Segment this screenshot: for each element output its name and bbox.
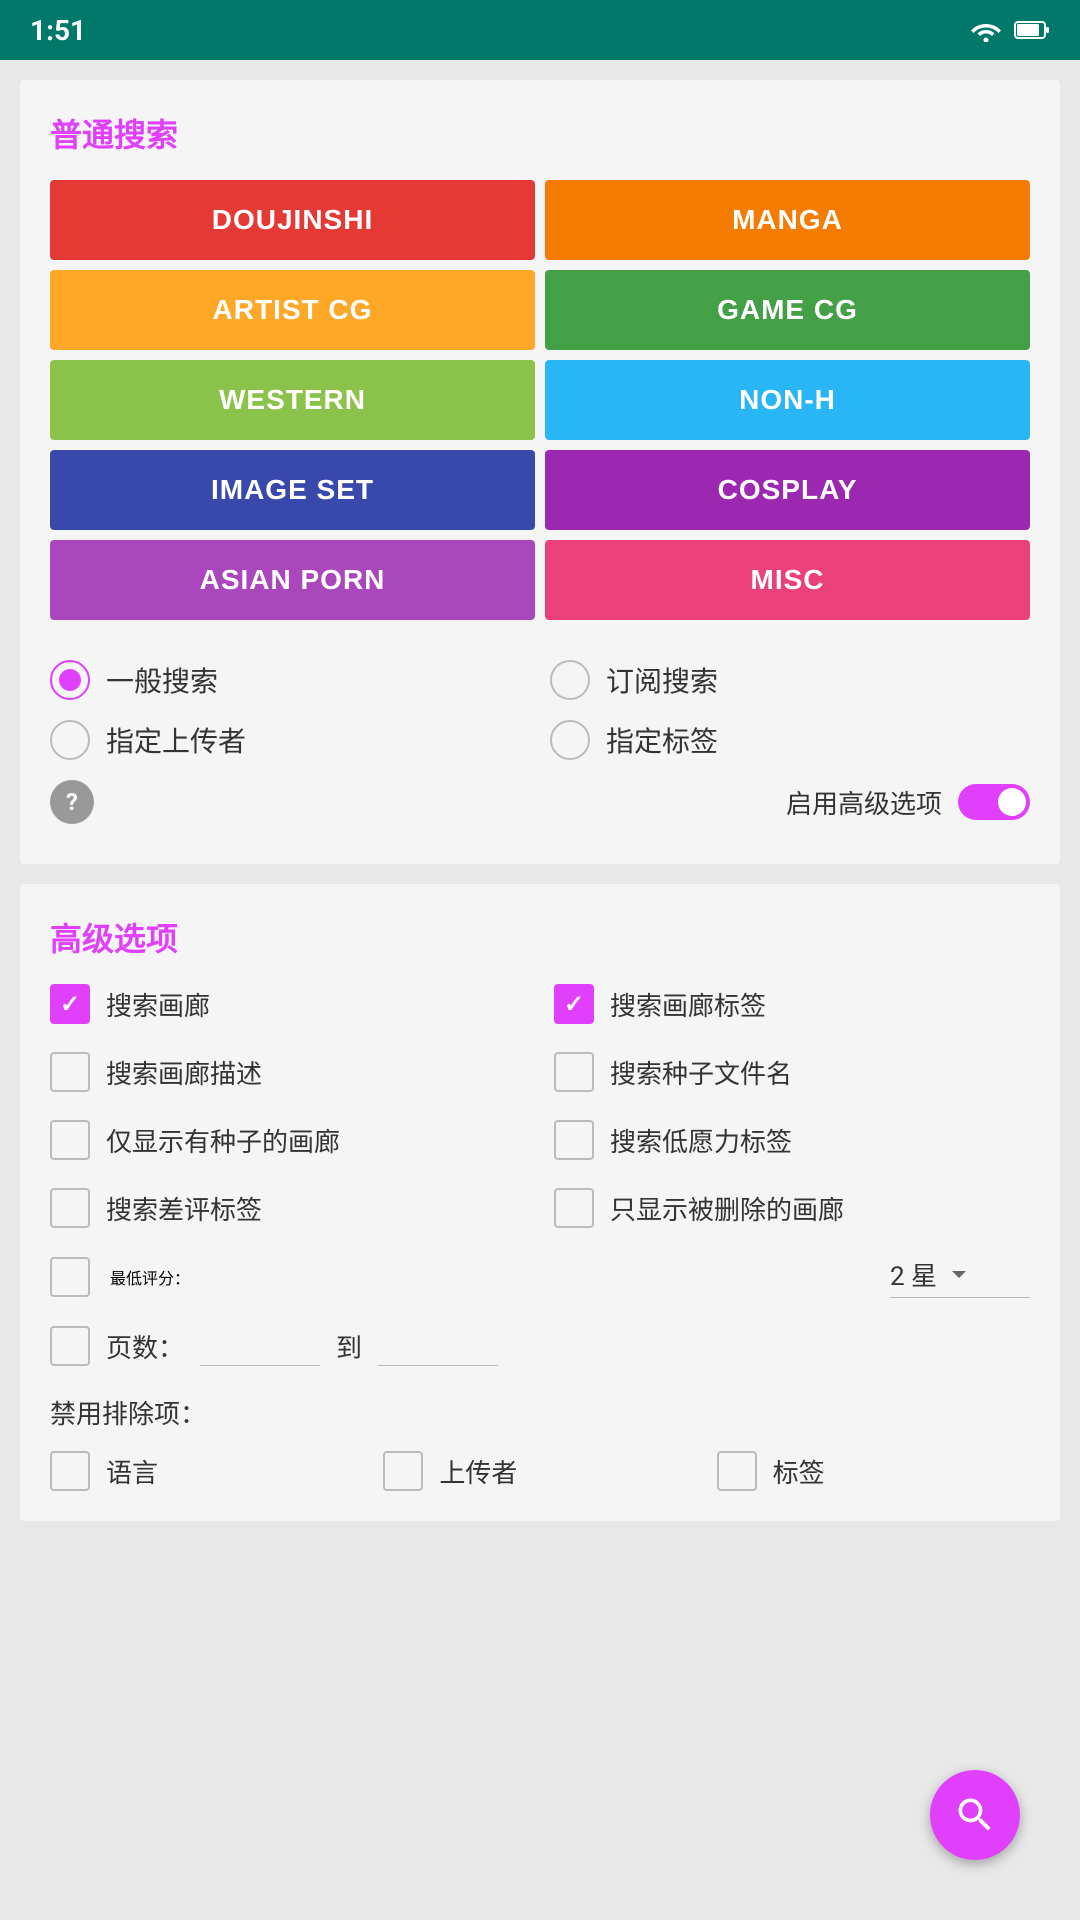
normal-search-title: 普通搜索	[50, 110, 1030, 156]
radio-uploader-circle	[50, 720, 90, 760]
pages-label: 页数：	[106, 1328, 184, 1365]
checkbox-search-torrent-label: 搜索种子文件名	[610, 1054, 792, 1091]
normal-search-card: 普通搜索 DOUJINSHI MANGA ARTIST CG GAME CG W…	[20, 80, 1060, 864]
radio-subscription[interactable]: 订阅搜索	[550, 660, 1030, 700]
wifi-icon	[970, 18, 1002, 42]
exc-lang[interactable]: 语言	[50, 1451, 363, 1491]
radio-group: 一般搜索 订阅搜索 指定上传者 指定标签	[50, 660, 1030, 760]
battery-icon	[1014, 18, 1050, 42]
checkbox-grid: 搜索画廊 搜索画廊标签 搜索画廊描述 搜索种子文件名 仅显示有种子的画廊 搜索低…	[50, 984, 1030, 1228]
search-fab[interactable]	[930, 1770, 1020, 1860]
checkbox-only-with-torrent-box	[50, 1120, 90, 1160]
radio-tag[interactable]: 指定标签	[550, 720, 1030, 760]
cat-cosplay-button[interactable]: COSPLAY	[545, 450, 1030, 530]
cat-western-button[interactable]: WESTERN	[50, 360, 535, 440]
checkbox-search-gallery[interactable]: 搜索画廊	[50, 984, 526, 1024]
exc-uploader-label: 上传者	[439, 1453, 517, 1490]
checkbox-search-gallery-desc-box	[50, 1052, 90, 1092]
search-icon	[953, 1793, 997, 1837]
chevron-down-icon	[945, 1261, 973, 1289]
checkbox-search-downvote-label: 搜索差评标签	[106, 1190, 262, 1227]
toggle-label-group: 启用高级选项	[786, 784, 1030, 821]
rating-row: 最低评分： 2 星	[50, 1256, 1030, 1298]
cat-doujinshi-button[interactable]: DOUJINSHI	[50, 180, 535, 260]
checkbox-search-downvote-box	[50, 1188, 90, 1228]
cat-asianporn-button[interactable]: ASIAN PORN	[50, 540, 535, 620]
cat-artistcg-button[interactable]: ARTIST CG	[50, 270, 535, 350]
status-time: 1:51	[30, 14, 86, 47]
status-bar: 1:51	[0, 0, 1080, 60]
checkbox-search-low-power-box	[554, 1120, 594, 1160]
pages-to-input[interactable]	[378, 1326, 498, 1366]
checkbox-search-gallery-desc[interactable]: 搜索画廊描述	[50, 1052, 526, 1092]
pages-separator: 到	[336, 1328, 362, 1365]
radio-subscription-circle	[550, 660, 590, 700]
toggle-row: ? 启用高级选项	[50, 780, 1030, 824]
exc-uploader[interactable]: 上传者	[383, 1451, 696, 1491]
checkbox-search-low-power-label: 搜索低愿力标签	[610, 1122, 792, 1159]
pages-row: 页数： 到	[50, 1326, 1030, 1366]
checkbox-search-gallery-tags-box	[554, 984, 594, 1024]
category-grid: DOUJINSHI MANGA ARTIST CG GAME CG WESTER…	[50, 180, 1030, 620]
exc-tag[interactable]: 标签	[717, 1451, 1030, 1491]
advanced-toggle-label: 启用高级选项	[786, 784, 942, 821]
exclusion-grid: 语言 上传者 标签	[50, 1451, 1030, 1491]
help-icon[interactable]: ?	[50, 780, 94, 824]
radio-general[interactable]: 一般搜索	[50, 660, 530, 700]
advanced-options-title: 高级选项	[50, 914, 1030, 960]
radio-tag-circle	[550, 720, 590, 760]
pages-from-input[interactable]	[200, 1326, 320, 1366]
exclusion-label: 禁用排除项：	[50, 1394, 1030, 1431]
checkbox-search-gallery-tags[interactable]: 搜索画廊标签	[554, 984, 1030, 1024]
rating-value: 2 星	[890, 1256, 937, 1293]
radio-uploader[interactable]: 指定上传者	[50, 720, 530, 760]
rating-select[interactable]: 2 星	[890, 1256, 1030, 1298]
cat-nonh-button[interactable]: NON-H	[545, 360, 1030, 440]
cat-misc-button[interactable]: MISC	[545, 540, 1030, 620]
rating-dropdown[interactable]: 2 星	[890, 1256, 1030, 1298]
advanced-toggle-switch[interactable]	[958, 784, 1030, 820]
checkbox-search-gallery-box	[50, 984, 90, 1024]
min-rating-checkbox[interactable]	[50, 1257, 90, 1297]
cat-manga-button[interactable]: MANGA	[545, 180, 1030, 260]
checkbox-search-gallery-tags-label: 搜索画廊标签	[610, 986, 766, 1023]
status-icons	[970, 18, 1050, 42]
checkbox-only-with-torrent-label: 仅显示有种子的画廊	[106, 1122, 340, 1159]
cat-imageset-button[interactable]: IMAGE SET	[50, 450, 535, 530]
checkbox-search-gallery-desc-label: 搜索画廊描述	[106, 1054, 262, 1091]
radio-uploader-label: 指定上传者	[106, 720, 246, 760]
exc-tag-box	[717, 1451, 757, 1491]
checkbox-search-gallery-label: 搜索画廊	[106, 986, 210, 1023]
checkbox-only-deleted[interactable]: 只显示被删除的画廊	[554, 1188, 1030, 1228]
pages-checkbox[interactable]	[50, 1326, 90, 1366]
radio-tag-label: 指定标签	[606, 720, 718, 760]
exc-lang-box	[50, 1451, 90, 1491]
cat-gamecg-button[interactable]: GAME CG	[545, 270, 1030, 350]
exc-lang-label: 语言	[106, 1453, 158, 1490]
checkbox-only-deleted-box	[554, 1188, 594, 1228]
checkbox-search-torrent-box	[554, 1052, 594, 1092]
advanced-options-card: 高级选项 搜索画廊 搜索画廊标签 搜索画廊描述 搜索种子文件名 仅显示有种子的画…	[20, 884, 1060, 1521]
exc-uploader-box	[383, 1451, 423, 1491]
radio-general-circle	[50, 660, 90, 700]
checkbox-only-with-torrent[interactable]: 仅显示有种子的画廊	[50, 1120, 526, 1160]
checkbox-search-low-power[interactable]: 搜索低愿力标签	[554, 1120, 1030, 1160]
checkbox-search-downvote[interactable]: 搜索差评标签	[50, 1188, 526, 1228]
radio-subscription-label: 订阅搜索	[606, 660, 718, 700]
min-rating-label: 最低评分：	[110, 1265, 190, 1289]
checkbox-only-deleted-label: 只显示被删除的画廊	[610, 1190, 844, 1227]
exc-tag-label: 标签	[773, 1453, 825, 1490]
radio-general-label: 一般搜索	[106, 660, 218, 700]
checkbox-search-torrent[interactable]: 搜索种子文件名	[554, 1052, 1030, 1092]
